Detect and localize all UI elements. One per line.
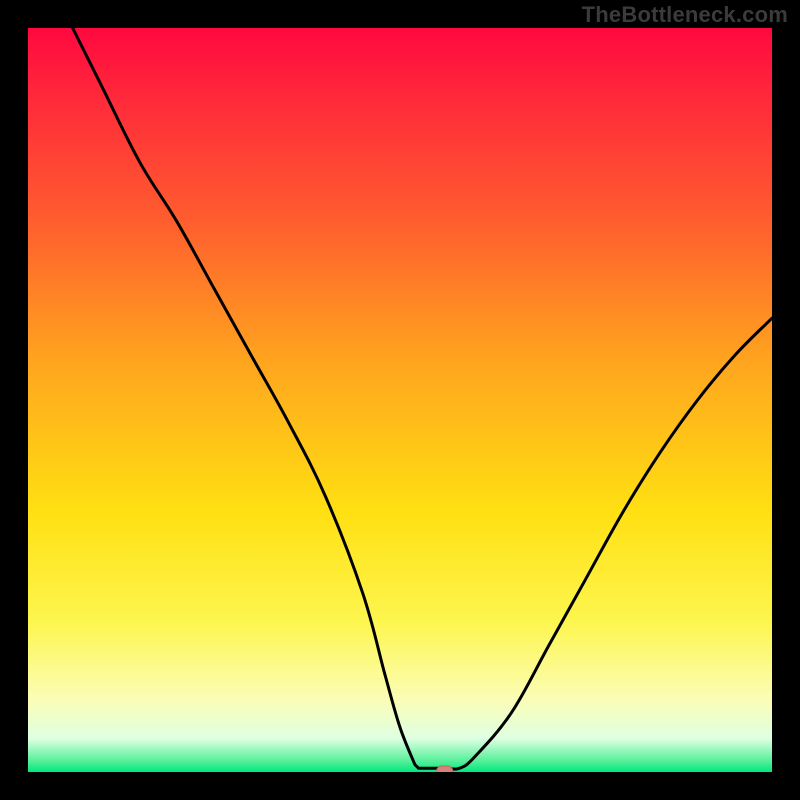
watermark-text: TheBottleneck.com [582,2,788,28]
chart-frame: TheBottleneck.com [0,0,800,800]
minimum-marker [437,766,453,772]
bottleneck-plot [28,28,772,772]
plot-background [28,28,772,772]
